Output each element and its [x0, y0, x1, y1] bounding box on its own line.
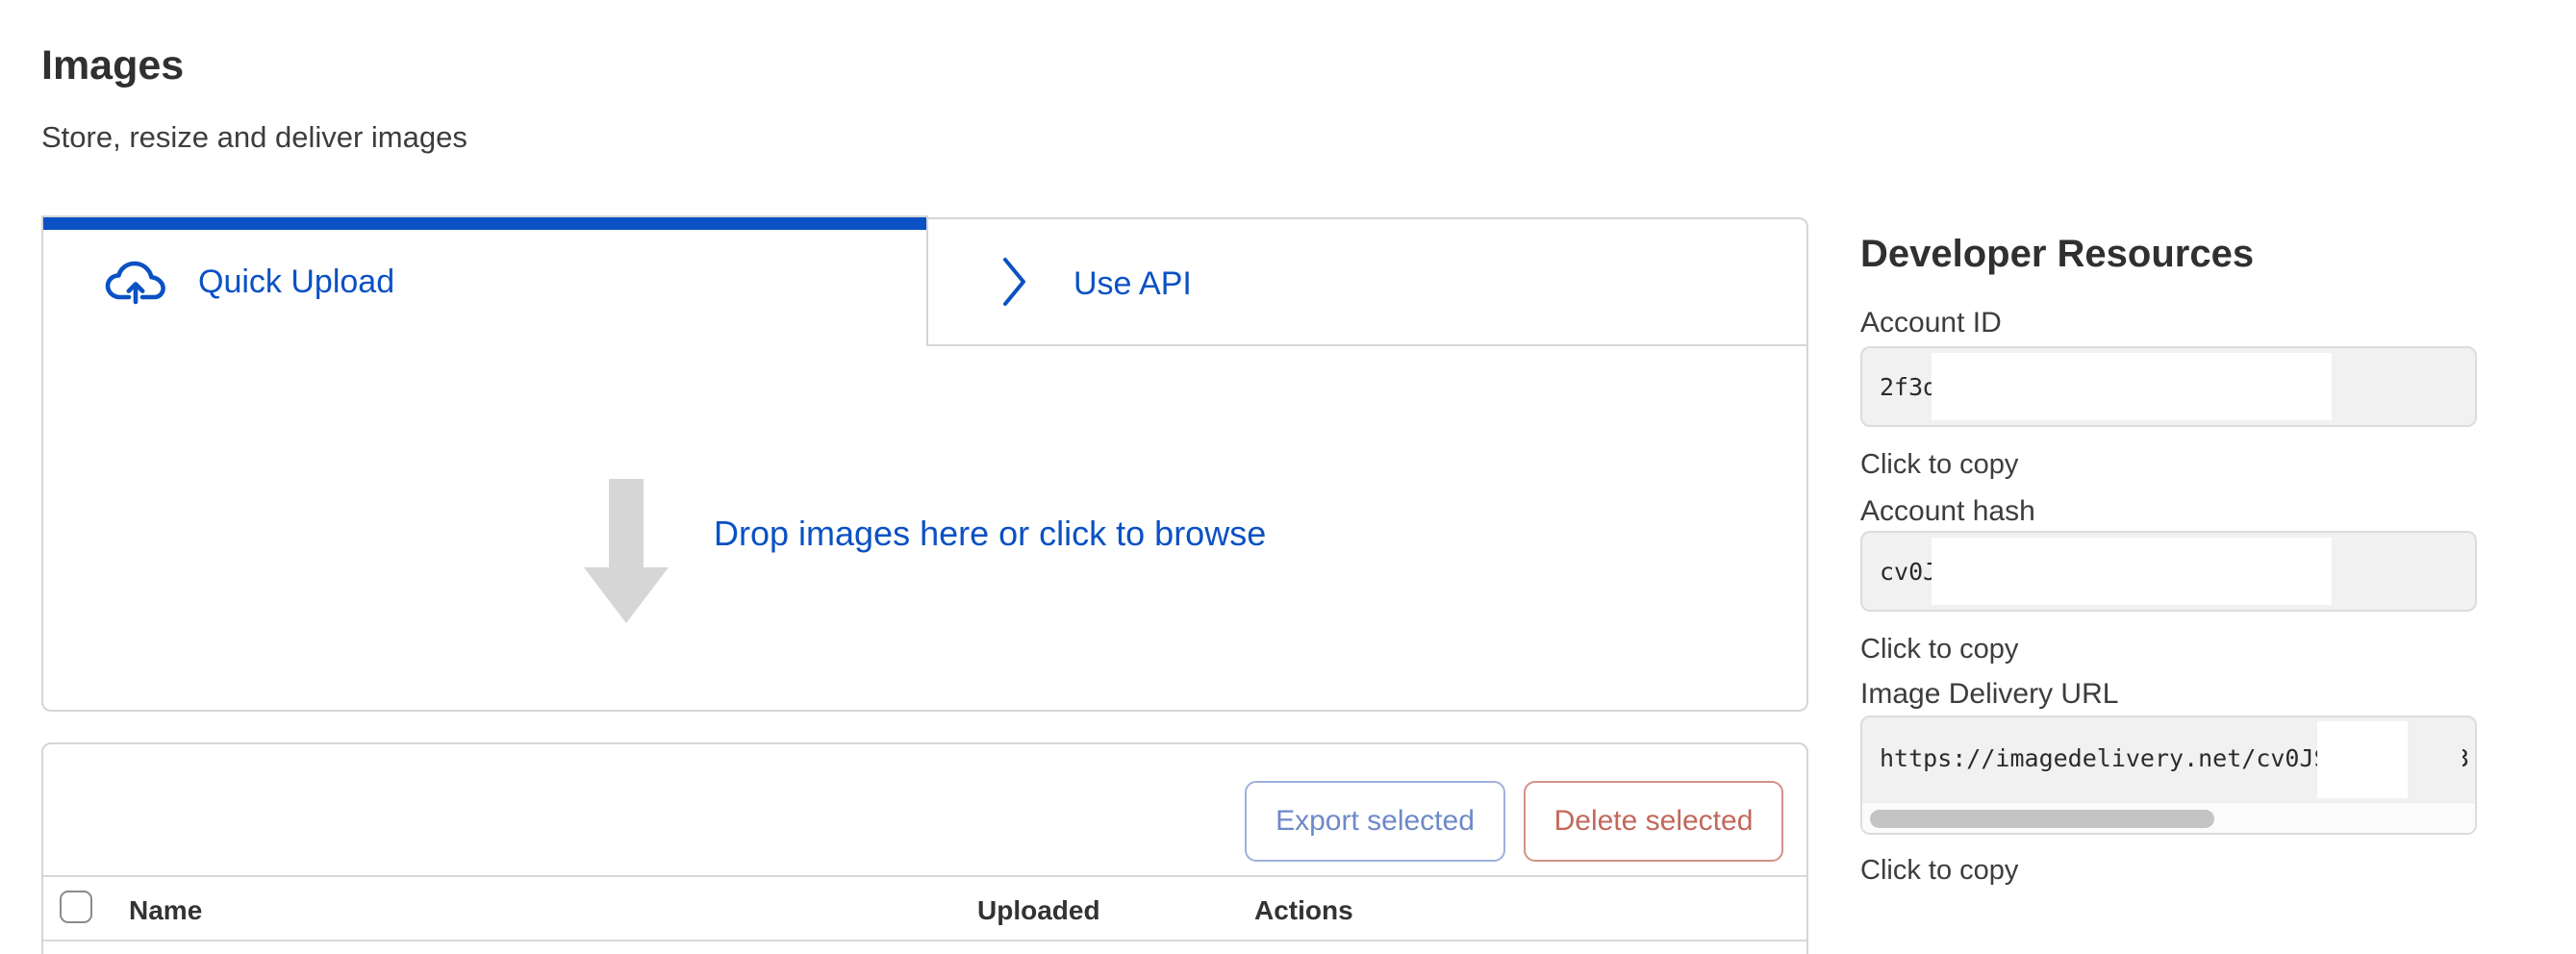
- account-id-label: Account ID: [1860, 306, 2002, 340]
- column-header-name: Name: [129, 894, 202, 927]
- image-list-card: Export selected Delete selected Name Upl…: [41, 742, 1808, 954]
- image-delivery-url-field[interactable]: https://imagedelivery.net/cv0JSj 3: [1860, 716, 2477, 835]
- dropzone-label: Drop images here or click to browse: [714, 512, 1266, 556]
- redaction-mask: [1932, 538, 2332, 605]
- account-hash-field[interactable]: cv0J: [1860, 531, 2477, 612]
- select-all-checkbox[interactable]: [60, 891, 92, 923]
- down-arrow-icon-head: [584, 567, 669, 623]
- horizontal-scrollbar: [1862, 802, 2475, 835]
- dropzone[interactable]: Drop images here or click to browse: [41, 346, 1808, 712]
- account-id-field[interactable]: 2f3d: [1860, 346, 2477, 427]
- image-delivery-url-value: https://imagedelivery.net/cv0JSj: [1880, 744, 2343, 772]
- delete-selected-button[interactable]: Delete selected: [1524, 781, 1783, 862]
- image-delivery-url-copy-hint: Click to copy: [1860, 854, 2018, 887]
- account-hash-label: Account hash: [1860, 494, 2035, 529]
- account-hash-copy-hint: Click to copy: [1860, 633, 2018, 665]
- chevron-right-icon: [997, 254, 1031, 310]
- divider: [43, 940, 1806, 941]
- tab-quick-upload[interactable]: Quick Upload: [41, 217, 926, 346]
- tab-use-api[interactable]: Use API: [926, 217, 1808, 346]
- tab-use-api-label: Use API: [1073, 265, 1192, 302]
- redacted-tail-glyph: 3: [2462, 744, 2471, 775]
- divider: [43, 875, 1806, 877]
- developer-resources-panel: Developer Resources Account ID 2f3d Clic…: [1860, 0, 2514, 954]
- cloud-upload-icon: [104, 258, 167, 306]
- redaction-mask: [1932, 353, 2332, 420]
- active-tab-accent-bar: [43, 217, 926, 230]
- down-arrow-icon: [609, 479, 644, 569]
- page-title: Images: [41, 42, 184, 88]
- tab-quick-upload-label: Quick Upload: [198, 264, 394, 300]
- column-header-actions: Actions: [1254, 894, 1353, 927]
- export-selected-button[interactable]: Export selected: [1245, 781, 1505, 862]
- account-id-value: 2f3d: [1880, 373, 1937, 401]
- developer-resources-title: Developer Resources: [1860, 231, 2254, 277]
- redaction-mask: [2317, 721, 2408, 798]
- images-page: Images Store, resize and deliver images …: [0, 0, 2576, 954]
- account-hash-value: cv0J: [1880, 558, 1937, 586]
- account-id-copy-hint: Click to copy: [1860, 448, 2018, 481]
- page-subtitle: Store, resize and deliver images: [41, 119, 467, 156]
- horizontal-scrollbar-thumb[interactable]: [1870, 810, 2214, 828]
- image-delivery-url-label: Image Delivery URL: [1860, 677, 2118, 712]
- column-header-uploaded: Uploaded: [977, 894, 1100, 927]
